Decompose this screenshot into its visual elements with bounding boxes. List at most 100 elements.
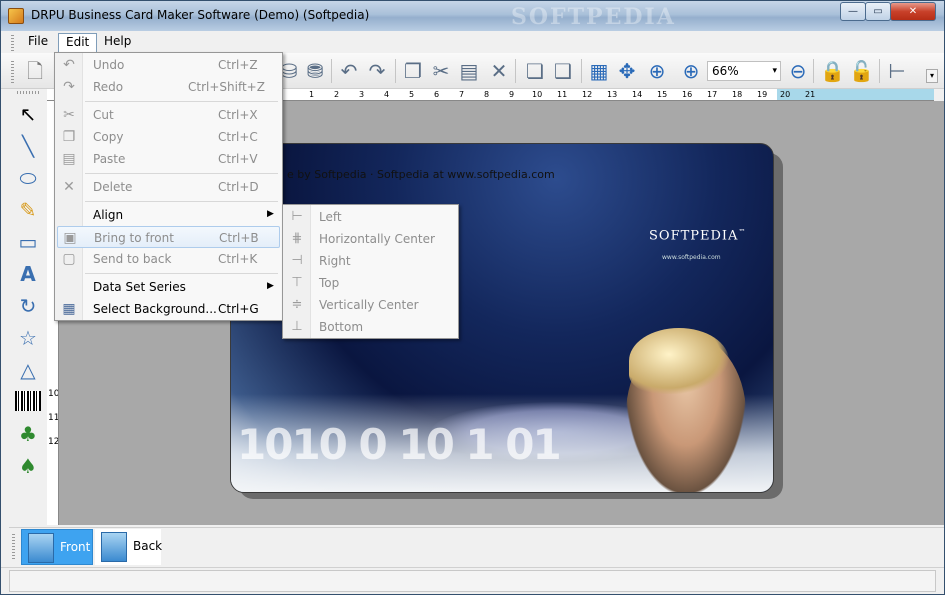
menu-item-align[interactable]: Align ▶ [57, 204, 280, 226]
ruler-label: 19 [757, 90, 768, 99]
align-item-right[interactable]: ⊣ Right [285, 250, 456, 272]
menu-item-undo[interactable]: ↶ Undo Ctrl+Z [57, 54, 280, 76]
zoom-value: 66% [712, 64, 739, 78]
align-item-left[interactable]: ⊢ Left [285, 206, 456, 228]
menu-item-label: Copy [93, 130, 124, 144]
text-tool-icon[interactable]: A [15, 261, 41, 287]
menu-separator [85, 273, 278, 274]
minimize-button[interactable]: — [840, 2, 866, 21]
maximize-button[interactable]: ▭ [865, 2, 891, 21]
tab-front[interactable]: Front [21, 529, 93, 565]
ruler-label: 7 [459, 90, 465, 99]
ruler-label: 13 [607, 90, 618, 99]
image-tool-icon[interactable]: ♣ [15, 421, 41, 447]
menu-item-shortcut: Ctrl+D [218, 180, 259, 194]
ruler-label: 11 [557, 90, 568, 99]
ruler-label: 3 [359, 90, 365, 99]
menu-item-label: Bring to front [94, 231, 174, 245]
arc-tool-icon[interactable]: ↻ [15, 293, 41, 319]
card-logo-text: SOFTPEDIA [649, 228, 739, 244]
menu-item-label: Paste [93, 152, 126, 166]
menu-item-label: Data Set Series [93, 280, 186, 294]
select-tool-icon[interactable]: ↖ [15, 101, 41, 127]
new-icon[interactable]: 🗋 [23, 59, 47, 83]
menu-item-label: Redo [93, 80, 124, 94]
menu-item-label: Bottom [319, 320, 364, 334]
cut-icon[interactable]: ✂ [429, 59, 453, 83]
rectangle-tool-icon[interactable]: ▭ [15, 229, 41, 255]
menu-item-label: Select Background... [93, 302, 217, 316]
library-image-tool-icon[interactable]: ♠ [15, 453, 41, 479]
unlock-icon[interactable]: 🔓 [849, 59, 874, 83]
menu-item-send-to-back[interactable]: ▢ Send to back Ctrl+K [57, 248, 280, 270]
tab-front-label: Front [60, 540, 91, 554]
zoom-in-icon[interactable]: ⊕ [679, 59, 703, 83]
ruler-label: 1 [309, 90, 315, 99]
toolbar-separator [581, 59, 582, 83]
ruler-label: 20 [780, 90, 791, 99]
pencil-tool-icon[interactable]: ✎ [15, 197, 41, 223]
ellipse-tool-icon[interactable]: ⬭ [15, 165, 41, 191]
align-item-bottom[interactable]: ⊥ Bottom [285, 316, 456, 338]
lock-icon[interactable]: 🔒 [820, 59, 845, 83]
toolbar-overflow-button[interactable]: ▾ [926, 69, 938, 83]
toolbar-separator [813, 59, 814, 83]
fit-icon[interactable]: ⊕ [645, 59, 669, 83]
ruler-label: 21 [805, 90, 816, 99]
close-button[interactable]: ✕ [890, 2, 936, 21]
menu-item-redo[interactable]: ↷ Redo Ctrl+Shift+Z [57, 76, 280, 98]
ruler-label: 9 [509, 90, 515, 99]
chevron-down-icon[interactable]: ▾ [772, 62, 777, 80]
menu-edit[interactable]: Edit [58, 33, 98, 52]
copy-icon: ❐ [62, 129, 76, 145]
star-tool-icon[interactable]: ☆ [15, 325, 41, 351]
align-item-vertically-center[interactable]: ≑ Vertically Center [285, 294, 456, 316]
card-text-line[interactable]: e by Softpedia · Softpedia at www.softpe… [287, 168, 555, 181]
tab-back[interactable]: Back [95, 529, 162, 565]
copy-icon[interactable]: ❐ [401, 59, 425, 83]
bring-front-icon[interactable]: ❏ [523, 59, 547, 83]
ruler-label: 17 [707, 90, 718, 99]
menu-item-cut[interactable]: ✂ Cut Ctrl+X [57, 104, 280, 126]
undo-icon: ↶ [63, 57, 75, 73]
chevron-right-icon: ▶ [267, 209, 274, 219]
menu-item-shortcut: Ctrl+C [218, 130, 258, 144]
send-back-icon[interactable]: ❑ [551, 59, 575, 83]
barcode-tool-icon[interactable] [15, 391, 41, 411]
menu-item-label: Vertically Center [319, 298, 419, 312]
ruler-label: 12 [48, 437, 59, 447]
menu-item-select-background[interactable]: ▦ Select Background... Ctrl+G [57, 298, 280, 320]
line-tool-icon[interactable]: ╲ [15, 133, 41, 159]
menu-item-shortcut: Ctrl+K [218, 252, 258, 266]
center-icon[interactable]: ✥ [615, 59, 639, 83]
ruler-label: 18 [732, 90, 743, 99]
menu-item-paste[interactable]: ▤ Paste Ctrl+V [57, 148, 280, 170]
paste-icon[interactable]: ▤ [457, 59, 481, 83]
undo-icon[interactable]: ↶ [337, 59, 361, 83]
app-window: DRPU Business Card Maker Software (Demo)… [0, 0, 945, 595]
menu-item-copy[interactable]: ❐ Copy Ctrl+C [57, 126, 280, 148]
zoom-select[interactable]: 66% ▾ [707, 61, 781, 81]
grid-icon[interactable]: ▦ [587, 59, 611, 83]
database-icon[interactable]: ⛃ [303, 59, 327, 83]
menu-item-data-set-series[interactable]: Data Set Series ▶ [57, 276, 280, 298]
menu-file[interactable]: File [21, 33, 55, 52]
triangle-tool-icon[interactable]: △ [15, 357, 41, 383]
tool-strip: ↖ ╲ ⬭ ✎ ▭ A ↻ ☆ △ ♣ ♠ [9, 89, 47, 527]
align-left-icon[interactable]: ⊢ [885, 59, 909, 83]
menu-item-delete[interactable]: ✕ Delete Ctrl+D [57, 176, 280, 198]
title-bar[interactable]: DRPU Business Card Maker Software (Demo)… [1, 1, 944, 31]
align-item-horizontally-center[interactable]: ⋕ Horizontally Center [285, 228, 456, 250]
menu-item-label: Align [93, 208, 124, 222]
menu-item-label: Top [319, 276, 340, 290]
redo-icon[interactable]: ↷ [365, 59, 389, 83]
card-logo[interactable]: SOFTPEDIA™ [649, 228, 746, 243]
delete-icon[interactable]: ✕ [487, 59, 511, 83]
paste-icon: ▤ [62, 151, 76, 167]
align-item-top[interactable]: ⊤ Top [285, 272, 456, 294]
page-icon [28, 533, 54, 563]
ruler-label: 8 [484, 90, 490, 99]
menu-item-bring-to-front[interactable]: ▣ Bring to front Ctrl+B [57, 226, 280, 248]
menu-help[interactable]: Help [97, 33, 138, 52]
zoom-out-icon[interactable]: ⊖ [786, 59, 810, 83]
